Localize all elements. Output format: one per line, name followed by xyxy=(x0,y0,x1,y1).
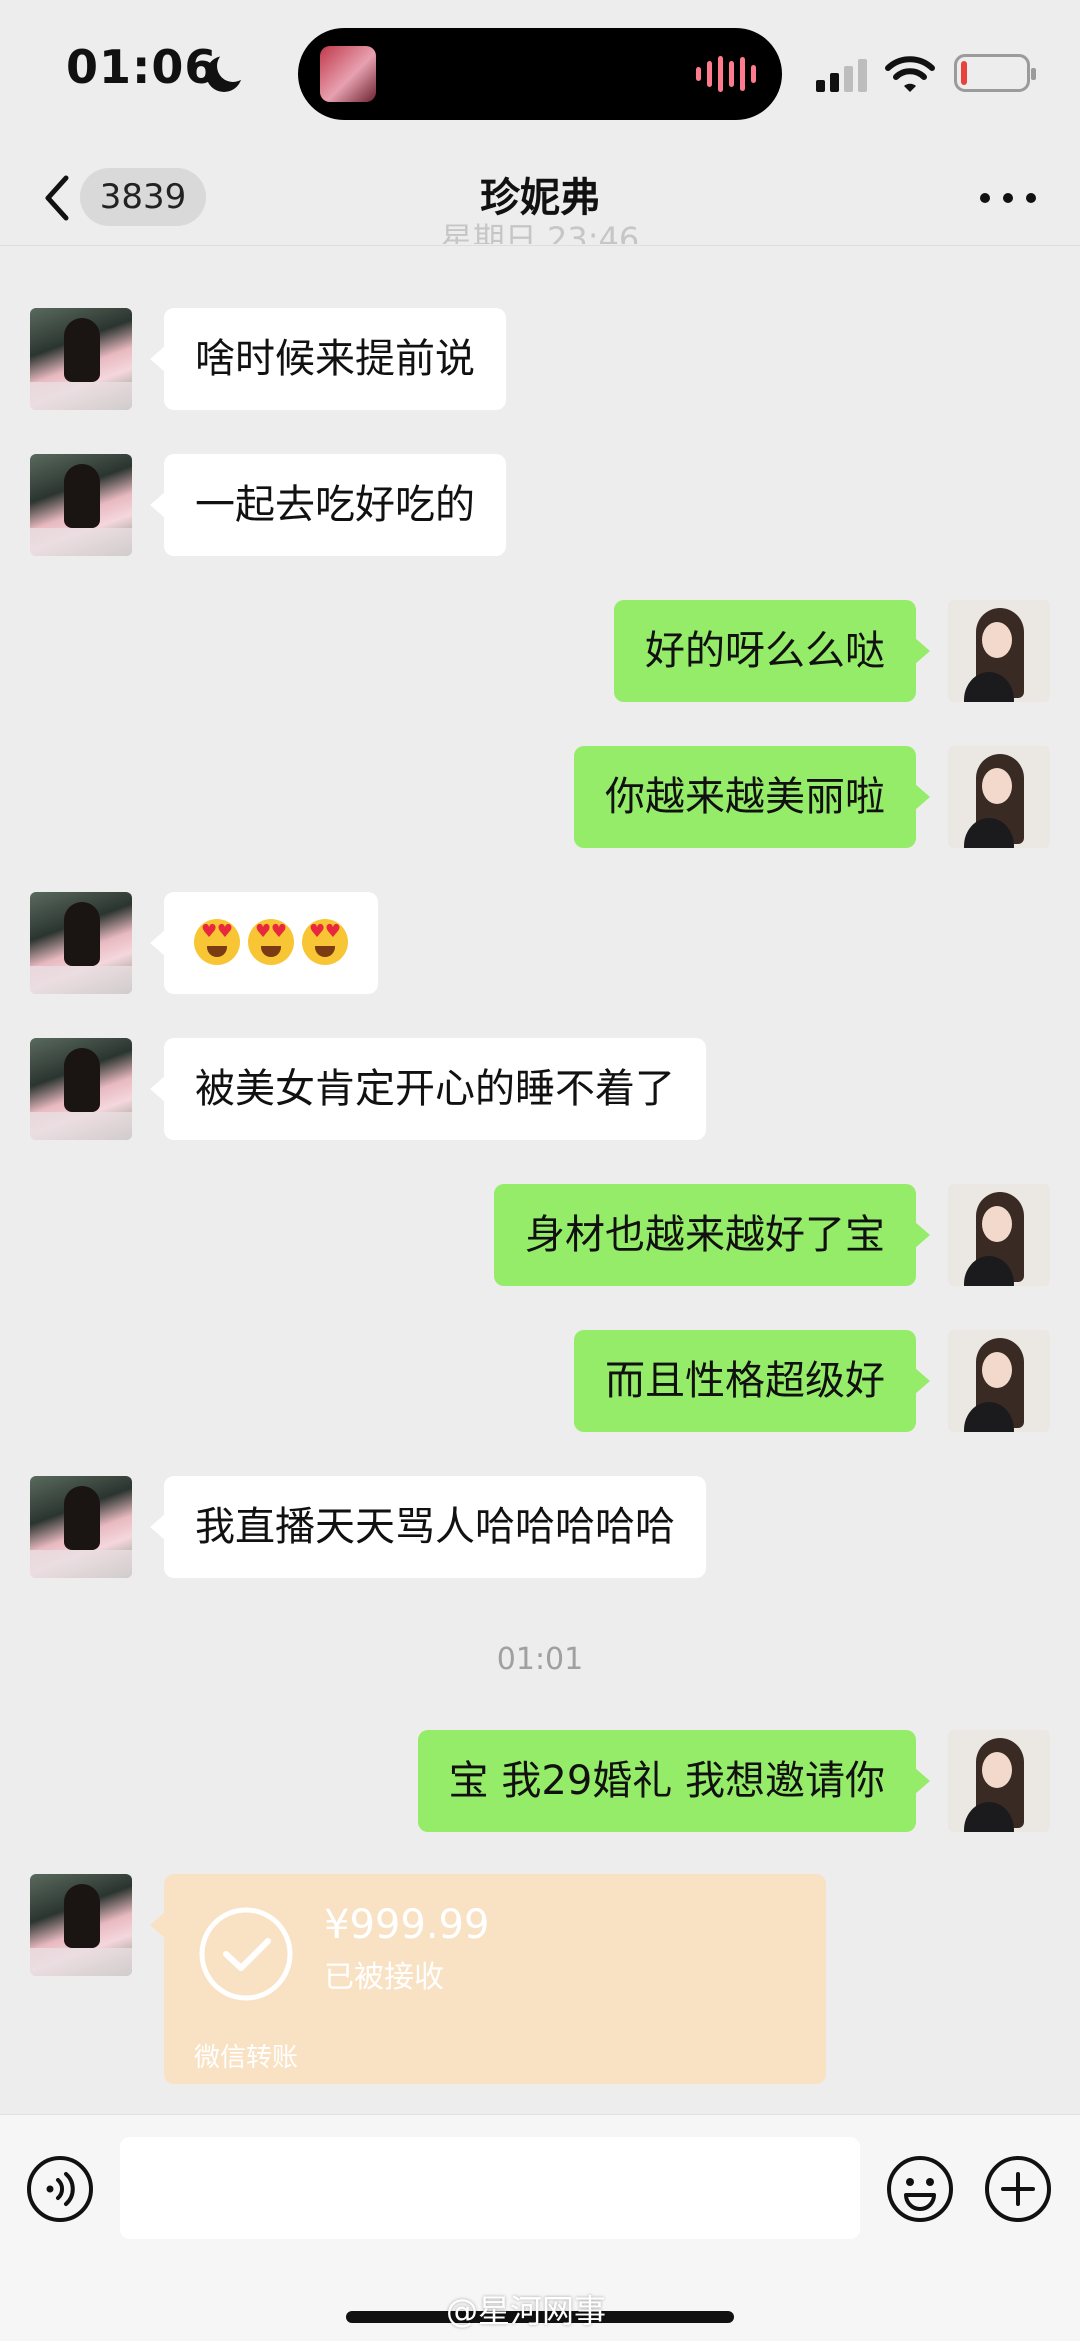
transfer-amount: ¥999.99 xyxy=(324,1902,490,1948)
message-bubble[interactable]: 我直播天天骂人哈哈哈哈哈 xyxy=(150,1476,706,1578)
signal-icon xyxy=(816,59,867,92)
battery-level xyxy=(961,61,967,85)
status-bar: 01:06 xyxy=(0,0,1080,150)
message-bubble[interactable]: 你越来越美丽啦 xyxy=(574,746,930,848)
message-bubble[interactable]: 宝 我29婚礼 我想邀请你 xyxy=(417,1730,931,1832)
message-bubble[interactable]: 好的呀么么哒 xyxy=(614,600,930,702)
more-dots-icon[interactable] xyxy=(980,180,1036,216)
heart-eyes-emoji-icon xyxy=(302,919,348,965)
message-input[interactable] xyxy=(120,2137,860,2239)
chat-title: 珍妮弗 xyxy=(480,175,600,221)
heart-eyes-emoji-icon xyxy=(194,919,240,965)
message-bubble[interactable]: 啥时候来提前说 xyxy=(150,308,506,410)
contact-avatar[interactable] xyxy=(30,1038,132,1140)
unread-count-badge[interactable]: 3839 xyxy=(80,168,206,226)
dynamic-island[interactable] xyxy=(298,28,782,120)
album-art-icon xyxy=(320,46,376,102)
audio-wave-icon xyxy=(696,54,756,94)
input-bar: @星河网事 xyxy=(0,2114,1080,2341)
status-time: 01:06 xyxy=(66,40,218,94)
voice-icon[interactable] xyxy=(26,2155,94,2223)
message-bubble[interactable]: 被美女肯定开心的睡不着了 xyxy=(150,1038,706,1140)
transfer-type-label: 微信转账 xyxy=(194,2043,299,2073)
contact-avatar[interactable] xyxy=(30,1476,132,1578)
transfer-card[interactable]: ¥999.99 已被接收 微信转账 xyxy=(150,1874,826,2084)
back-chevron-icon[interactable] xyxy=(36,166,78,230)
self-avatar[interactable] xyxy=(948,746,1050,848)
message-bubble[interactable]: 身材也越来越好了宝 xyxy=(494,1184,930,1286)
contact-avatar[interactable] xyxy=(30,1874,132,1976)
contact-avatar[interactable] xyxy=(30,454,132,556)
message-bubble[interactable]: 一起去吃好吃的 xyxy=(150,454,506,556)
message-bubble[interactable]: 而且性格超级好 xyxy=(574,1330,930,1432)
moon-icon xyxy=(206,50,249,92)
emoji-message-bubble[interactable] xyxy=(150,892,378,994)
contact-avatar[interactable] xyxy=(30,892,132,994)
plus-icon[interactable] xyxy=(984,2155,1052,2223)
transfer-status: 已被接收 xyxy=(324,1960,444,1995)
watermark: @星河网事 xyxy=(446,2292,607,2330)
time-divider: 01:01 xyxy=(496,1642,584,1677)
self-avatar[interactable] xyxy=(948,1730,1050,1832)
battery-icon xyxy=(954,54,1036,92)
emoji-icon[interactable] xyxy=(886,2155,954,2223)
contact-avatar[interactable] xyxy=(30,308,132,410)
heart-eyes-emoji-icon xyxy=(248,919,294,965)
wifi-icon xyxy=(885,56,935,92)
faded-timestamp: 星期日 23:46 xyxy=(440,222,640,244)
self-avatar[interactable] xyxy=(948,1330,1050,1432)
check-circle-icon xyxy=(199,1907,293,2001)
self-avatar[interactable] xyxy=(948,1184,1050,1286)
self-avatar[interactable] xyxy=(948,600,1050,702)
